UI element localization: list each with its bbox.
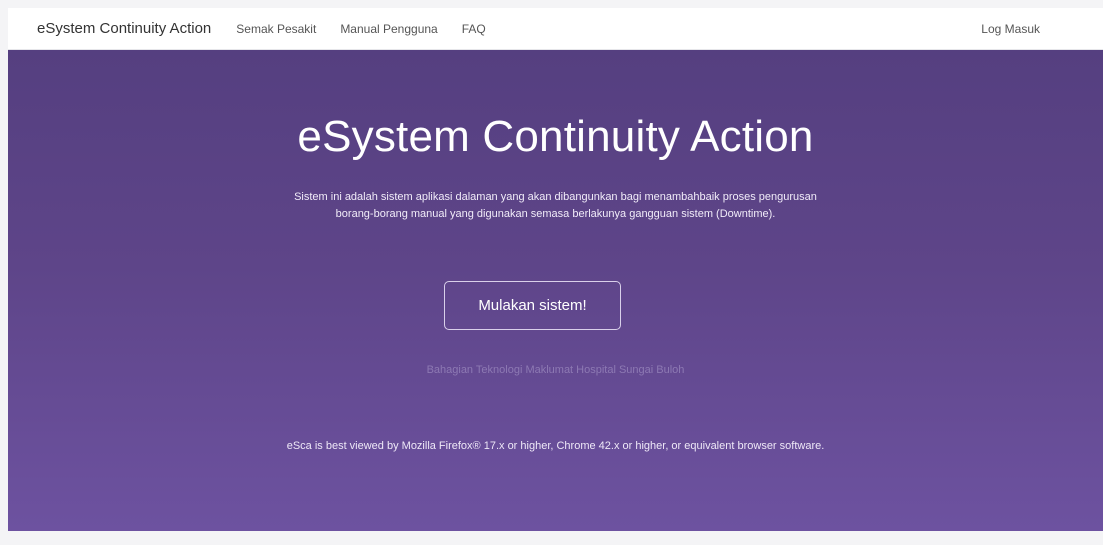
hero-section: eSystem Continuity Action Sistem ini ada… bbox=[8, 50, 1103, 531]
start-system-button[interactable]: Mulakan sistem! bbox=[444, 281, 621, 330]
nav-link-faq[interactable]: FAQ bbox=[462, 22, 486, 36]
browser-compatibility-note: eSca is best viewed by Mozilla Firefox® … bbox=[286, 440, 825, 452]
nav-link-manual-pengguna[interactable]: Manual Pengguna bbox=[340, 22, 437, 36]
organization-label: Bahagian Teknologi Maklumat Hospital Sun… bbox=[426, 364, 685, 376]
nav-links: Semak Pesakit Manual Pengguna FAQ bbox=[236, 22, 509, 36]
hero-title: eSystem Continuity Action bbox=[297, 112, 814, 161]
hero-description: Sistem ini adalah sistem aplikasi dalama… bbox=[294, 191, 817, 220]
brand-link[interactable]: eSystem Continuity Action bbox=[37, 20, 211, 37]
login-link[interactable]: Log Masuk bbox=[981, 8, 1040, 50]
top-navbar: eSystem Continuity Action Semak Pesakit … bbox=[8, 8, 1103, 50]
page-frame: eSystem Continuity Action Semak Pesakit … bbox=[8, 8, 1103, 531]
nav-link-semak-pesakit[interactable]: Semak Pesakit bbox=[236, 22, 316, 36]
